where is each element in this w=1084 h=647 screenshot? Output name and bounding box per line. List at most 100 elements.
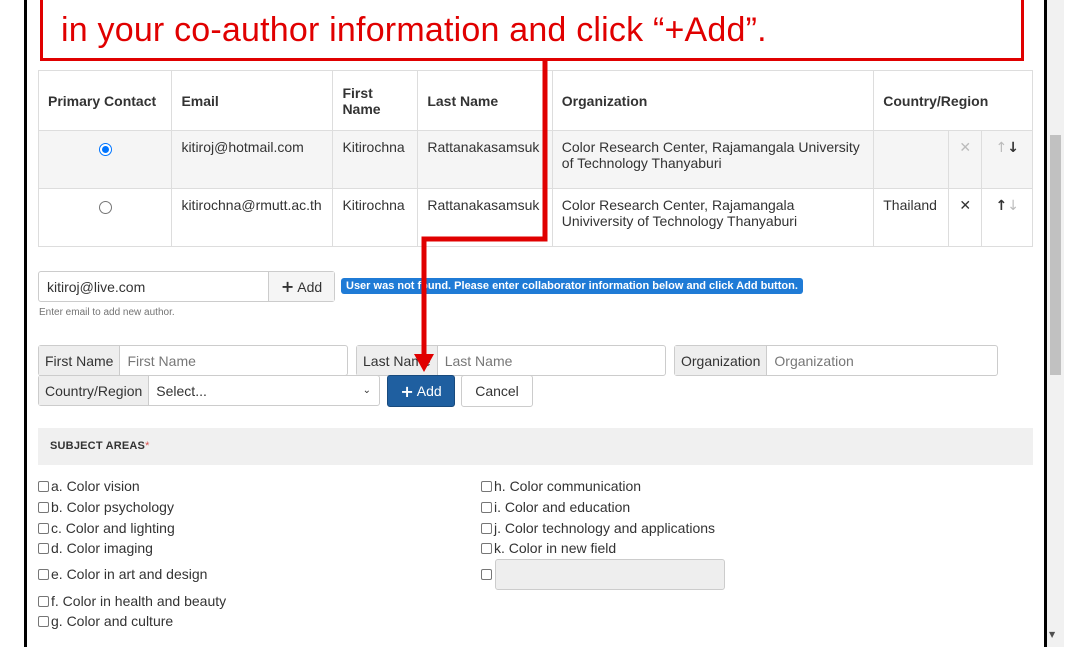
subject-label: h. Color communication	[494, 478, 642, 494]
delete-cell: ✕	[948, 130, 983, 189]
table-row: kitirochna@rmutt.ac.th Kitirochna Rattan…	[37, 188, 1033, 247]
primary-contact-radio[interactable]	[98, 143, 112, 156]
subject-checkbox-a[interactable]: a. Color vision	[38, 478, 140, 494]
chevron-down-icon[interactable]: ⌄	[363, 376, 379, 405]
plus-icon: +	[400, 381, 414, 401]
checkbox[interactable]	[38, 522, 49, 534]
first-name-addon: First Name	[39, 346, 121, 375]
cancel-button[interactable]: Cancel	[461, 375, 533, 407]
subject-areas-header: SUBJECT AREAS*	[38, 428, 1033, 465]
delete-author-icon[interactable]: ✕	[959, 198, 971, 214]
user-not-found-notice: User was not found. Please enter collabo…	[341, 278, 803, 294]
country-region-field: Country/Region Select... ⌄	[38, 375, 380, 406]
email-add-button[interactable]: + Add	[268, 272, 334, 301]
authors-table: Primary Contact Email First Name Last Na…	[37, 70, 1033, 247]
checkbox[interactable]	[38, 595, 49, 607]
primary-contact-radio[interactable]	[98, 201, 112, 214]
checkbox[interactable]	[481, 522, 492, 534]
move-up-arrow-icon[interactable]: ↑	[995, 140, 1007, 156]
reorder-cell: ↑↓	[981, 130, 1033, 189]
checkbox[interactable]	[38, 615, 49, 627]
checkbox[interactable]	[38, 480, 49, 492]
instruction-callout: in your co-author information and click …	[40, 0, 1024, 61]
last-name-cell: Rattanakasamsuk	[417, 188, 553, 247]
required-mark: *	[145, 440, 150, 452]
header-email: Email	[171, 70, 334, 131]
reorder-cell: ↑↓	[981, 188, 1033, 247]
email-help-text: Enter email to add new author.	[39, 307, 175, 318]
left-border-line	[24, 0, 27, 647]
checkbox[interactable]	[38, 501, 49, 513]
add-collaborator-label: Add	[416, 383, 442, 399]
organization-cell: Color Research Center, Rajamangala Unive…	[551, 130, 875, 189]
subject-label: k. Color in new field	[494, 540, 617, 556]
subject-label: e. Color in art and design	[51, 566, 208, 582]
subject-label: d. Color imaging	[51, 540, 153, 556]
last-name-cell: Rattanakasamsuk	[417, 130, 553, 189]
subject-checkbox-c[interactable]: c. Color and lighting	[38, 520, 175, 536]
first-name-input[interactable]: First Name	[120, 346, 347, 375]
subject-checkbox-i[interactable]: i. Color and education	[481, 499, 630, 515]
country-cell: Thailand	[873, 188, 950, 247]
country-region-addon: Country/Region	[39, 376, 150, 405]
last-name-input[interactable]: Last Name	[438, 346, 665, 375]
last-name-field: Last Name Last Name	[356, 345, 666, 376]
other-subject-input[interactable]	[495, 559, 725, 590]
subject-areas-title: SUBJECT AREAS*	[50, 440, 150, 452]
subject-checkbox-other[interactable]	[481, 569, 494, 580]
move-down-arrow-icon[interactable]: ↓	[1007, 198, 1019, 214]
first-name-cell: Kitirochna	[332, 130, 419, 189]
checkbox[interactable]	[38, 542, 49, 554]
header-primary-contact: Primary Contact	[37, 70, 173, 131]
add-collaborator-button[interactable]: + Add	[387, 375, 455, 407]
organization-field: Organization Organization	[674, 345, 998, 376]
organization-input[interactable]: Organization	[767, 346, 997, 375]
checkbox[interactable]	[481, 480, 492, 492]
subject-checkbox-h[interactable]: h. Color communication	[481, 478, 641, 494]
scroll-down-arrow-icon[interactable]: ▼	[1049, 630, 1055, 639]
organization-addon: Organization	[675, 346, 768, 375]
subject-label: f. Color in health and beauty	[51, 593, 227, 609]
first-name-field: First Name First Name	[38, 345, 348, 376]
country-region-select[interactable]: Select...	[149, 376, 362, 405]
subject-label: j. Color technology and applications	[494, 520, 716, 536]
table-row: kitiroj@hotmail.com Kitirochna Rattanaka…	[37, 130, 1033, 189]
checkbox[interactable]	[481, 542, 492, 554]
table-header-row: Primary Contact Email First Name Last Na…	[37, 70, 1033, 131]
last-name-addon: Last Name	[357, 346, 438, 375]
header-last-name: Last Name	[417, 70, 553, 131]
subject-checkbox-f[interactable]: f. Color in health and beauty	[38, 593, 226, 609]
country-cell	[873, 130, 950, 189]
subject-label: g. Color and culture	[51, 613, 174, 629]
checkbox[interactable]	[38, 568, 49, 580]
subject-checkbox-k[interactable]: k. Color in new field	[481, 540, 616, 556]
email-cell: kitiroj@hotmail.com	[171, 130, 334, 189]
right-margin	[1064, 0, 1084, 647]
subject-checkbox-j[interactable]: j. Color technology and applications	[481, 520, 715, 536]
first-name-cell: Kitirochna	[332, 188, 419, 247]
subject-checkbox-e[interactable]: e. Color in art and design	[38, 566, 207, 582]
subject-label: i. Color and education	[494, 499, 631, 515]
header-first-name: First Name	[332, 70, 419, 131]
organization-cell: Color Research Center, Rajamangala Univi…	[551, 188, 875, 247]
subject-checkbox-d[interactable]: d. Color imaging	[38, 540, 153, 556]
subject-checkbox-b[interactable]: b. Color psychology	[38, 499, 174, 515]
header-organization: Organization	[551, 70, 875, 131]
checkbox[interactable]	[481, 501, 492, 513]
scrollbar-thumb[interactable]	[1050, 135, 1061, 375]
subject-areas-title-text: SUBJECT AREAS	[50, 440, 146, 452]
primary-contact-cell	[37, 130, 173, 189]
callout-text: in your co-author information and click …	[61, 11, 767, 49]
move-up-arrow-icon[interactable]: ↑	[995, 198, 1007, 214]
subject-label: b. Color psychology	[51, 499, 174, 515]
add-author-email-group: + Add	[38, 271, 335, 302]
author-email-input[interactable]	[39, 272, 268, 301]
delete-cell: ✕	[948, 188, 983, 247]
move-down-arrow-icon[interactable]: ↓	[1007, 140, 1019, 156]
delete-author-icon[interactable]: ✕	[959, 140, 971, 156]
email-cell: kitirochna@rmutt.ac.th	[171, 188, 334, 247]
subject-checkbox-g[interactable]: g. Color and culture	[38, 613, 173, 629]
primary-contact-cell	[37, 188, 173, 247]
header-first-name-text: First Name	[342, 84, 381, 117]
checkbox[interactable]	[481, 569, 492, 580]
